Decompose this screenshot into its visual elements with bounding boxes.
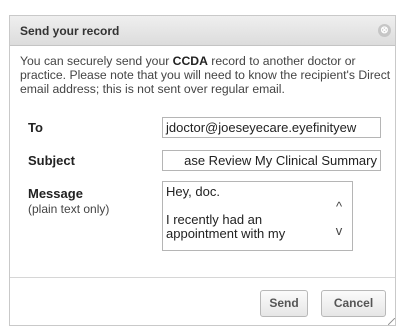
close-icon[interactable]: ⊗ xyxy=(378,24,391,37)
to-field-value: jdoctor@joeseyecare.eyefinityew xyxy=(166,120,357,135)
footer-divider xyxy=(10,277,395,278)
send-record-dialog: Send your record ⊗ You can securely send… xyxy=(9,15,396,326)
dialog-title: Send your record xyxy=(20,24,120,38)
subject-label: Subject xyxy=(28,153,75,168)
subject-field[interactable]: ase Review My Clinical Summary xyxy=(162,150,381,171)
to-field[interactable]: jdoctor@joeseyecare.eyefinityew xyxy=(162,117,381,138)
message-text: Hey, doc. I recently had an appointment … xyxy=(166,184,286,241)
resize-grip-icon[interactable] xyxy=(388,318,395,325)
intro-text-start: You can securely send your xyxy=(20,54,173,68)
send-button[interactable]: Send xyxy=(260,290,308,317)
intro-text: You can securely send your CCDA record t… xyxy=(20,54,392,96)
cancel-button[interactable]: Cancel xyxy=(321,290,386,317)
to-label: To xyxy=(28,120,43,135)
message-sublabel: (plain text only) xyxy=(28,202,110,216)
intro-text-ccda: CCDA xyxy=(172,54,208,68)
subject-field-value: ase Review My Clinical Summary xyxy=(184,153,377,168)
dialog-titlebar[interactable]: Send your record ⊗ xyxy=(10,16,395,46)
chevron-up-icon[interactable]: ^ xyxy=(333,200,345,213)
message-textarea[interactable]: Hey, doc. I recently had an appointment … xyxy=(162,181,353,251)
chevron-down-icon[interactable]: v xyxy=(333,224,345,237)
message-label: Message xyxy=(28,186,83,201)
